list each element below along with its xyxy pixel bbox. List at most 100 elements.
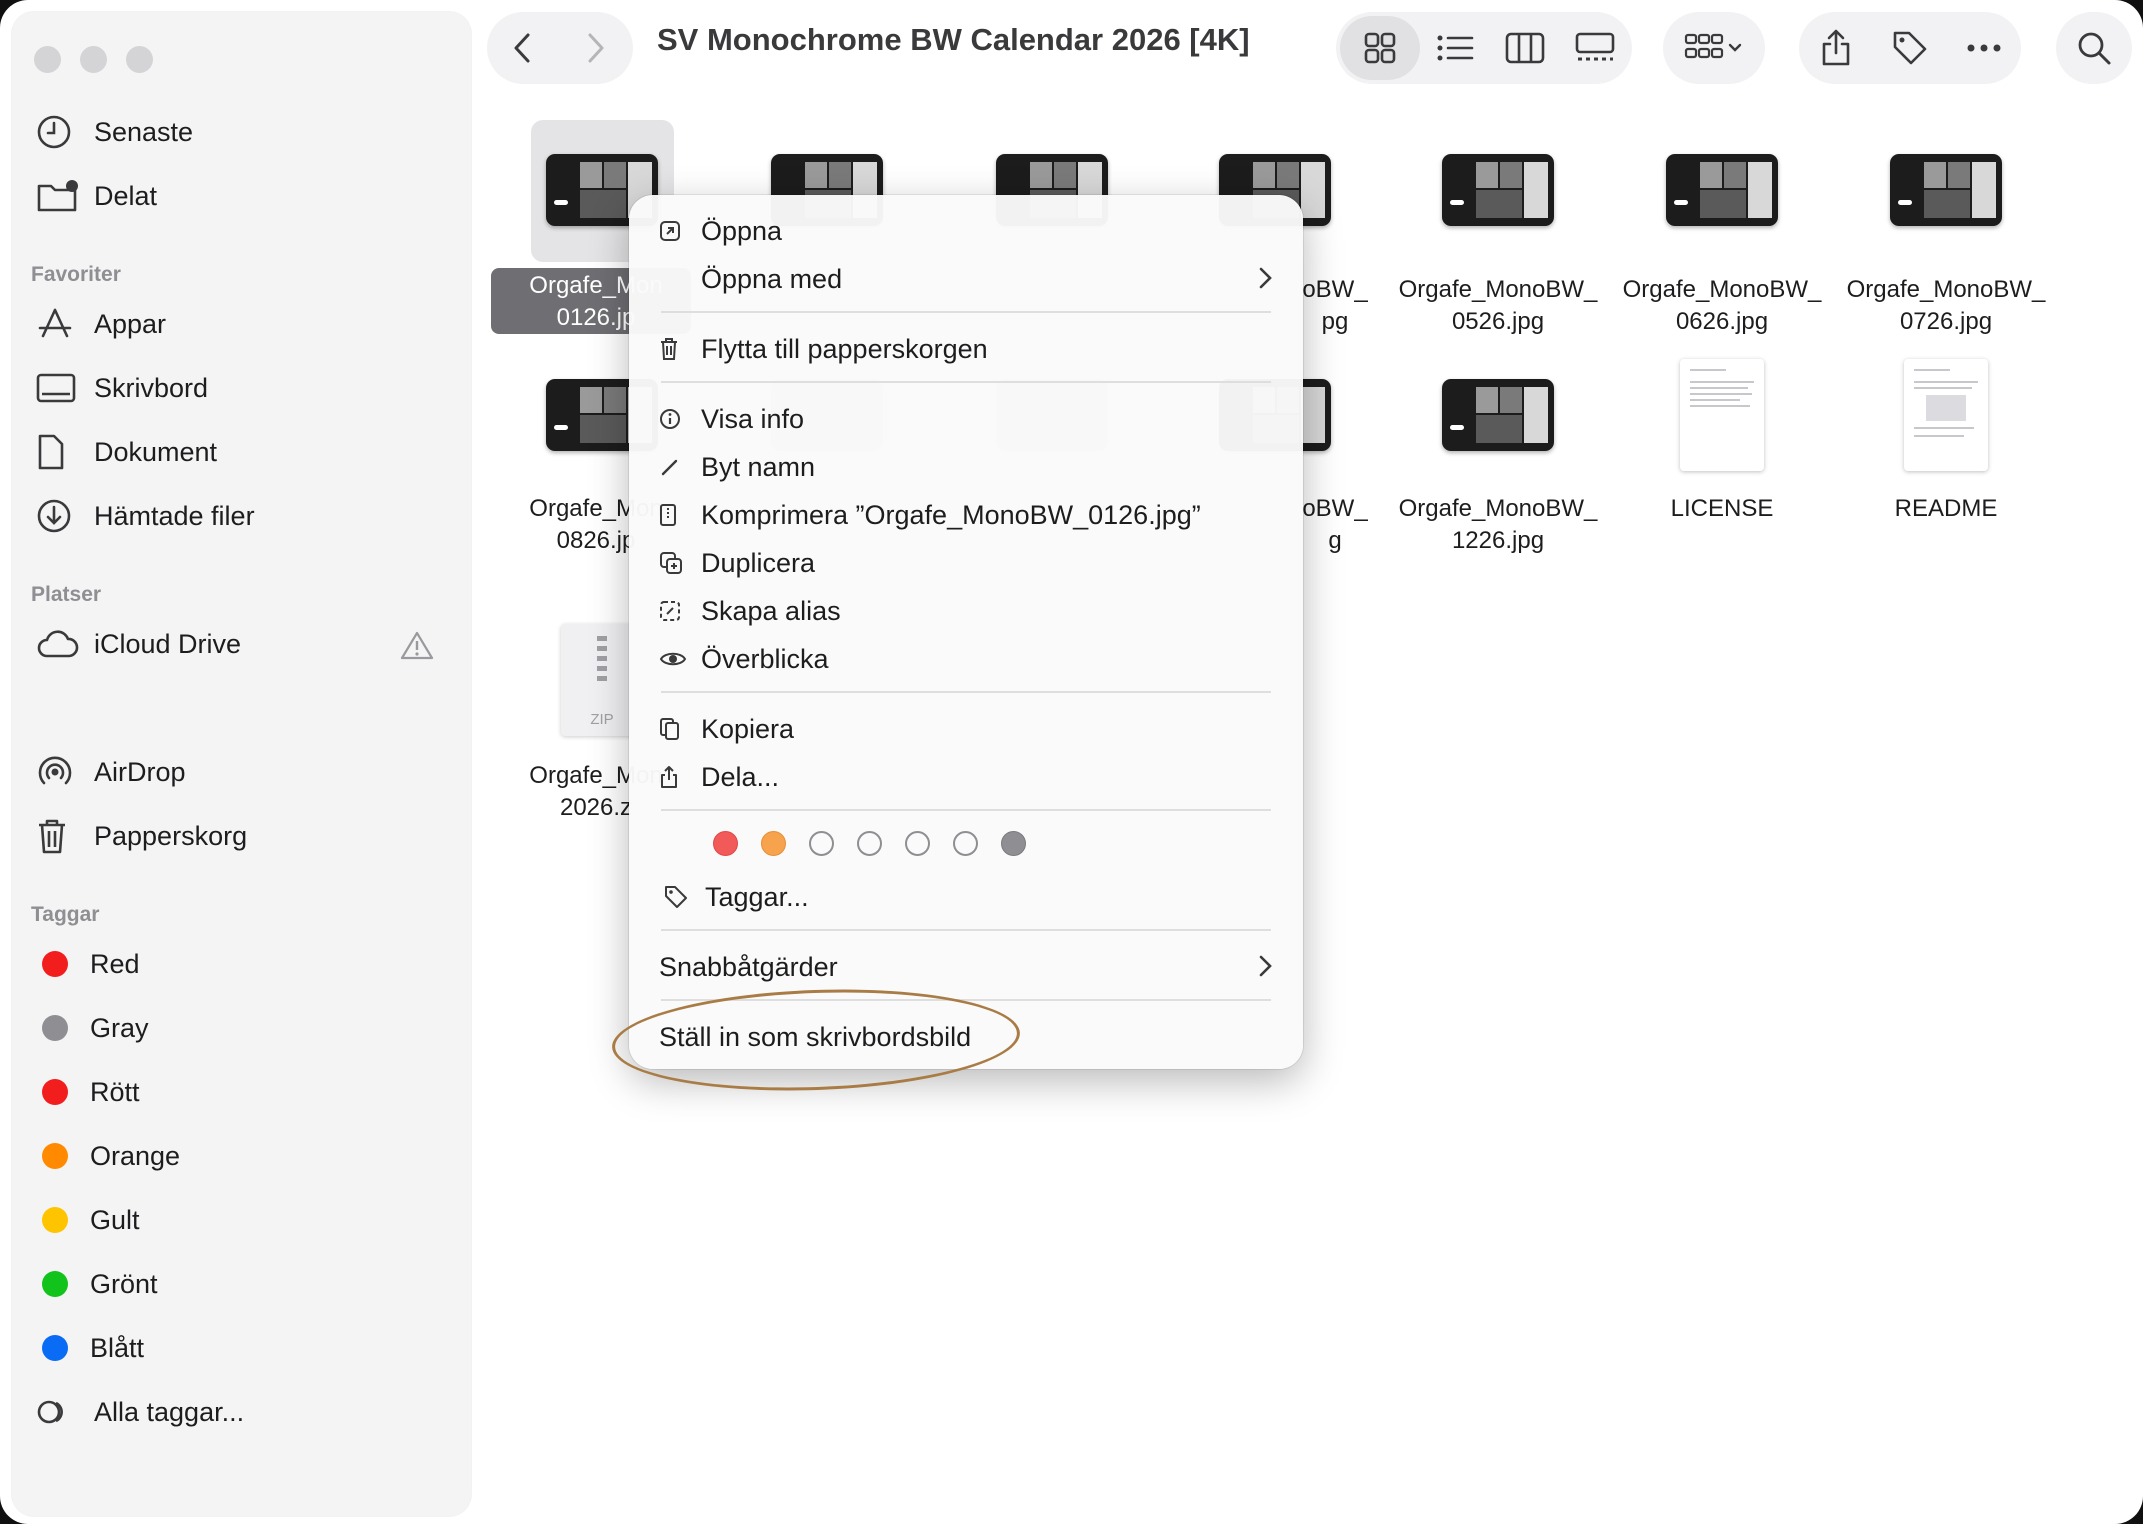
sidebar-item-delat[interactable]: Delat [36, 170, 157, 222]
menu-item-rename[interactable]: Byt namn [659, 445, 1273, 489]
sidebar-item-papperskorg[interactable]: Papperskorg [36, 810, 247, 862]
file-name: 1226.jpg [1451, 527, 1545, 554]
duplicate-icon [659, 551, 687, 575]
sidebar-item-senaste[interactable]: Senaste [36, 106, 193, 158]
tag-color-orange[interactable] [761, 831, 786, 856]
sidebar-item-label: Dokument [94, 436, 218, 467]
sidebar-item-label: Senaste [94, 116, 194, 147]
file-item[interactable]: README [1834, 345, 2058, 531]
archive-icon [659, 503, 687, 527]
menu-item-quick-actions[interactable]: Snabbåtgärder [659, 945, 1273, 989]
actions-group [1799, 12, 2021, 84]
gallery-icon [1575, 32, 1615, 61]
file-item[interactable]: Orgafe_MonoBW_ 1226.jpg [1386, 345, 1610, 563]
share-icon [659, 765, 687, 789]
menu-item-label: Öppna [701, 215, 783, 246]
sidebar-item-label: Orange [90, 1140, 181, 1171]
sidebar-item-airdrop[interactable]: AirDrop [36, 746, 186, 798]
sidebar-item-label: Alla taggar... [94, 1396, 245, 1427]
menu-item-compress[interactable]: Komprimera ”Orgafe_MonoBW_0126.jpg” [659, 493, 1273, 537]
sidebar-item-hamtade-filer[interactable]: Hämtade filer [36, 490, 255, 542]
menu-item-open-with[interactable]: Öppna med [659, 257, 1273, 301]
group-by-button[interactable] [1663, 16, 1765, 80]
menu-item-tags[interactable]: Taggar... [663, 875, 1273, 919]
menu-item-move-to-trash[interactable]: Flytta till papperskorgen [659, 327, 1273, 371]
menu-item-label: Dela... [701, 761, 780, 792]
sidebar-tag-orange[interactable]: Orange [36, 1130, 180, 1182]
tag-color-dot [42, 1079, 68, 1105]
sidebar-item-icloud-drive[interactable]: iCloud Drive [36, 618, 241, 670]
sidebar-all-tags[interactable]: Alla taggar... [36, 1386, 244, 1438]
menu-item-quick-look[interactable]: Överblicka [659, 637, 1273, 681]
tag-button[interactable] [1873, 16, 1947, 80]
sidebar-tag-blatt[interactable]: Blått [36, 1322, 144, 1374]
tag-color-purple[interactable] [953, 831, 978, 856]
sidebar-item-label: Appar [94, 308, 167, 339]
tag-color-dot [42, 951, 68, 977]
chevron-right-icon [1257, 265, 1273, 298]
file-item[interactable]: Orgafe_MonoBW_ 0526.jpg [1386, 120, 1610, 338]
back-button[interactable] [487, 16, 559, 80]
more-button[interactable] [1947, 16, 2021, 80]
gallery-view-button[interactable] [1560, 16, 1630, 80]
file-item[interactable]: Orgafe_MonoBW_ 0626.jpg [1610, 120, 1834, 338]
menu-item-label: Flytta till papperskorgen [701, 333, 988, 364]
warning-icon[interactable] [400, 630, 434, 665]
file-name: 0726.jpg [1899, 308, 1993, 335]
menu-item-duplicate[interactable]: Duplicera [659, 541, 1273, 585]
share-icon [1822, 29, 1850, 66]
sidebar-item-dokument[interactable]: Dokument [36, 426, 217, 478]
menu-item-label: Duplicera [701, 547, 816, 578]
sidebar-tag-gront[interactable]: Grönt [36, 1258, 158, 1310]
sidebar-item-label: iCloud Drive [94, 628, 242, 659]
sidebar-item-skrivbord[interactable]: Skrivbord [36, 362, 208, 414]
download-icon [36, 496, 82, 536]
menu-item-label: Komprimera ”Orgafe_MonoBW_0126.jpg” [701, 499, 1201, 530]
cloud-icon [36, 624, 82, 664]
forward-button[interactable] [559, 16, 631, 80]
tag-color-dot [42, 1271, 68, 1297]
tag-color-red[interactable] [713, 831, 738, 856]
menu-item-label: Skapa alias [701, 595, 841, 626]
text-document-thumbnail [1680, 359, 1764, 471]
tag-color-yellow[interactable] [809, 831, 834, 856]
grid-icon [1364, 32, 1396, 64]
file-item[interactable]: LICENSE [1610, 345, 1834, 531]
sidebar-tag-gult[interactable]: Gult [36, 1194, 140, 1246]
sidebar-item-label: Gult [90, 1204, 140, 1235]
tag-color-green[interactable] [857, 831, 882, 856]
sidebar-item-label: Papperskorg [94, 820, 248, 851]
window-title: SV Monochrome BW Calendar 2026 [4K] [657, 22, 1250, 57]
search-button[interactable] [2056, 16, 2132, 80]
locations-heading: Platser [31, 583, 102, 606]
sidebar-item-appar[interactable]: Appar [36, 298, 166, 350]
file-name: Orgafe_MonoBW_ [1398, 495, 1598, 522]
sidebar-item-label: Hämtade filer [94, 500, 255, 531]
sidebar-tag-red[interactable]: Red [36, 938, 140, 990]
context-menu: Öppna Öppna med Flytta till papperskorge… [629, 195, 1303, 1069]
open-icon [659, 220, 687, 242]
menu-separator [661, 381, 1271, 383]
menu-item-make-alias[interactable]: Skapa alias [659, 589, 1273, 633]
menu-item-copy[interactable]: Kopiera [659, 707, 1273, 751]
image-thumbnail [1442, 154, 1554, 226]
sidebar-tag-gray[interactable]: Gray [36, 1002, 149, 1054]
tag-icon [663, 884, 691, 910]
menu-item-get-info[interactable]: Visa info [659, 397, 1273, 441]
sidebar-tag-rott[interactable]: Rött [36, 1066, 140, 1118]
share-button[interactable] [1799, 16, 1873, 80]
icon-view-button[interactable] [1340, 16, 1420, 80]
menu-item-share[interactable]: Dela... [659, 755, 1273, 799]
tag-color-blue[interactable] [905, 831, 930, 856]
column-view-button[interactable] [1490, 16, 1560, 80]
tag-color-gray[interactable] [1001, 831, 1026, 856]
zoom-window-button[interactable] [126, 46, 153, 73]
list-view-button[interactable] [1420, 16, 1490, 80]
chevron-right-icon [588, 33, 604, 63]
menu-item-open[interactable]: Öppna [659, 209, 1273, 253]
minimize-window-button[interactable] [80, 46, 107, 73]
menu-item-label: Öppna med [701, 263, 843, 294]
file-item[interactable]: Orgafe_MonoBW_ 0726.jpg [1834, 120, 2058, 338]
file-name: README [1894, 495, 1998, 522]
close-window-button[interactable] [34, 46, 61, 73]
